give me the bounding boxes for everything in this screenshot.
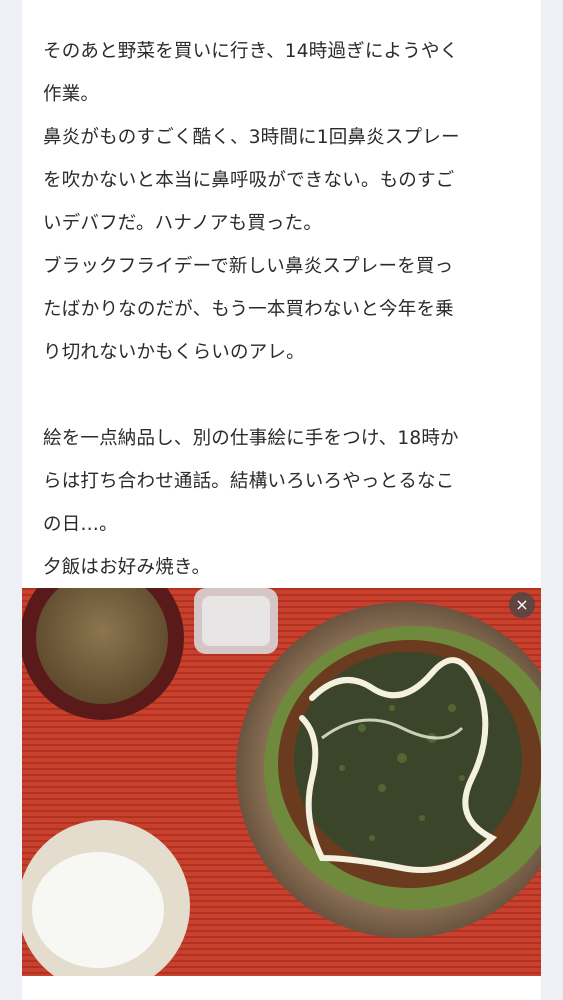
text-line: そのあと野菜を買いに行き、14時過ぎにようやく (43, 41, 459, 62)
text-line: ブラックフライデーで新しい鼻炎スプレーを買っ (43, 256, 454, 277)
paragraph: 絵を一点納品し、別の仕事絵に手をつけ、18時か らは打ち合わせ通話。結構いろいろ… (43, 417, 531, 546)
text-line: を吹かないと本当に鼻呼吸ができない。ものすご (43, 170, 455, 191)
bottom-spacer (22, 976, 541, 1000)
text-line: たばかりなのだが、もう一本買わないと今年を乗 (43, 299, 454, 320)
dinner-photo[interactable]: × (22, 588, 541, 976)
paragraph: ブラックフライデーで新しい鼻炎スプレーを買っ たばかりなのだが、もう一本買わない… (43, 245, 531, 374)
paragraph: 夕飯はお好み焼き。 (43, 546, 531, 589)
text-line: いデバフだ。ハナノアも買った。 (43, 213, 323, 234)
text-line: の日…。 (43, 514, 118, 535)
paragraph: 鼻炎がものすごく酷く、3時間に1回鼻炎スプレー を吹かないと本当に鼻呼吸ができな… (43, 116, 531, 245)
text-line: 絵を一点納品し、別の仕事絵に手をつけ、18時か (43, 428, 459, 449)
text-line: 作業。 (43, 84, 100, 105)
close-icon[interactable]: × (509, 592, 535, 618)
article-body: そのあと野菜を買いに行き、14時過ぎにようやく 作業。 鼻炎がものすごく酷く、3… (43, 30, 531, 589)
rice (32, 852, 164, 968)
text-line: 夕飯はお好み焼き。 (43, 557, 211, 578)
text-line: 鼻炎がものすごく酷く、3時間に1回鼻炎スプレー (43, 127, 460, 148)
paragraph: そのあと野菜を買いに行き、14時過ぎにようやく 作業。 (43, 30, 531, 116)
text-line: らは打ち合わせ通話。結構いろいろやっとるなこ (43, 471, 455, 492)
text-line: り切れないかもくらいのアレ。 (43, 342, 305, 363)
article-card: そのあと野菜を買いに行き、14時過ぎにようやく 作業。 鼻炎がものすごく酷く、3… (22, 0, 541, 1000)
okonomiyaki-dinner-image (22, 588, 541, 976)
